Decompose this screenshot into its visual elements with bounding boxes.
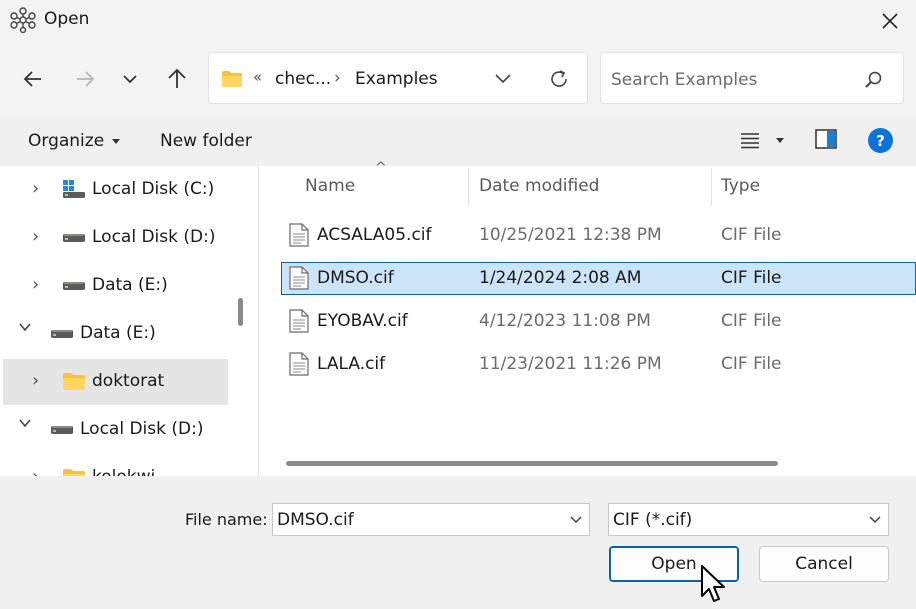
view-options-icon[interactable]	[740, 131, 786, 149]
sidebar-item-data-e[interactable]: › Data (E:)	[0, 263, 230, 309]
search-input[interactable]: Search Examples	[611, 70, 757, 90]
column-divider[interactable]	[468, 168, 469, 206]
column-header-type[interactable]: Type	[721, 176, 760, 196]
drive-icon	[62, 281, 86, 291]
drive-icon	[50, 329, 74, 339]
sort-ascending-icon: ^	[375, 160, 387, 176]
organize-label: Organize	[28, 131, 105, 151]
column-header-date-modified[interactable]: Date modified	[479, 176, 599, 196]
file-type-value: CIF (*.cif)	[613, 510, 693, 530]
document-icon	[289, 266, 309, 290]
arrow-right-icon	[75, 70, 95, 88]
file-date: 1/24/2024 2:08 AM	[479, 268, 642, 288]
file-name-input[interactable]: DMSO.cif	[277, 510, 354, 530]
help-button[interactable]: ?	[868, 128, 893, 153]
forward-button[interactable]	[68, 62, 102, 96]
sidebar-item-local-disk-d-expanded[interactable]: Local Disk (D:)	[0, 407, 230, 453]
arrow-up-icon	[167, 68, 187, 90]
expand-chevron-icon[interactable]: ›	[32, 226, 39, 247]
search-icon[interactable]	[864, 70, 884, 90]
file-type: CIF File	[721, 311, 782, 331]
file-type: CIF File	[721, 268, 782, 288]
cancel-button[interactable]: Cancel	[759, 546, 889, 582]
expand-chevron-icon[interactable]: ›	[32, 466, 39, 476]
sidebar-item-data-e-expanded[interactable]: Data (E:)	[0, 311, 230, 357]
sidebar-item-doktorat[interactable]: › doktorat	[3, 359, 228, 405]
file-type-select[interactable]: CIF (*.cif)	[608, 503, 889, 536]
file-date: 10/25/2021 12:38 PM	[479, 225, 662, 245]
sidebar-item-local-disk-c[interactable]: › Local Disk (C:)	[0, 167, 230, 213]
expand-chevron-icon[interactable]: ›	[32, 178, 39, 199]
document-icon	[289, 309, 309, 333]
sidebar-item-label: Local Disk (C:)	[92, 179, 215, 199]
sidebar-scrollbar-thumb[interactable]	[238, 298, 243, 326]
folder-icon	[62, 468, 86, 476]
arrow-left-icon	[23, 70, 43, 88]
document-icon	[289, 223, 309, 247]
collapse-chevron-icon[interactable]	[18, 416, 32, 430]
file-type: CIF File	[721, 354, 782, 374]
column-header-name[interactable]: Name	[305, 176, 355, 196]
sidebar-item-label: Data (E:)	[80, 323, 156, 343]
address-history-chevron-icon[interactable]	[494, 73, 512, 85]
file-date: 11/23/2021 11:26 PM	[479, 354, 662, 374]
collapse-chevron-icon[interactable]	[18, 320, 32, 334]
up-button[interactable]	[160, 62, 194, 96]
chevron-down-icon[interactable]	[868, 515, 882, 524]
windows-drive-icon	[62, 179, 86, 199]
file-row[interactable]: ACSALA05.cif 10/25/2021 12:38 PM CIF Fil…	[281, 221, 916, 253]
file-row[interactable]: LALA.cif 11/23/2021 11:26 PM CIF File	[281, 350, 916, 382]
column-divider[interactable]	[711, 168, 712, 206]
preview-pane-icon[interactable]	[815, 129, 837, 149]
chevron-down-icon	[122, 74, 138, 84]
title-bar	[0, 0, 916, 42]
file-name: DMSO.cif	[317, 268, 394, 288]
sidebar-item-label: doktorat	[92, 371, 165, 391]
drive-icon	[62, 233, 86, 243]
window-title: Open	[44, 9, 90, 29]
organize-button[interactable]: Organize	[28, 131, 121, 151]
sidebar-item-label: Local Disk (D:)	[80, 419, 204, 439]
navigation-pane: › Local Disk (C:) › Local Disk (D:) › Da…	[0, 166, 258, 476]
expand-chevron-icon[interactable]: ›	[32, 274, 39, 295]
file-name-label: File name:	[185, 510, 268, 529]
breadcrumb-item[interactable]: chec...	[275, 69, 331, 89]
breadcrumb-separator[interactable]: ›	[334, 68, 341, 88]
sidebar-item-label: kolokwi	[92, 467, 155, 476]
drive-icon	[50, 425, 74, 435]
folder-icon	[221, 70, 243, 88]
caret-down-icon	[112, 138, 121, 144]
chevron-down-icon[interactable]	[569, 515, 583, 524]
file-name: EYOBAV.cif	[317, 311, 408, 331]
recent-locations-button[interactable]	[113, 62, 147, 96]
mouse-cursor-icon	[700, 564, 728, 604]
close-icon	[881, 12, 899, 30]
sidebar-item-local-disk-d[interactable]: › Local Disk (D:)	[0, 215, 230, 261]
file-date: 4/12/2023 11:08 PM	[479, 311, 651, 331]
sidebar-item-label: Local Disk (D:)	[92, 227, 216, 247]
file-name: ACSALA05.cif	[317, 225, 432, 245]
file-row-selected[interactable]: DMSO.cif 1/24/2024 2:08 AM CIF File	[281, 262, 916, 295]
folder-icon	[62, 372, 86, 391]
back-button[interactable]	[16, 62, 50, 96]
file-type: CIF File	[721, 225, 782, 245]
close-button[interactable]	[872, 6, 908, 36]
dialog-footer	[0, 476, 916, 609]
document-icon	[289, 352, 309, 376]
sidebar-item-label: Data (E:)	[92, 275, 168, 295]
file-name-combobox[interactable]: DMSO.cif	[272, 503, 590, 536]
breadcrumb-item[interactable]: Examples	[355, 69, 438, 89]
file-name: LALA.cif	[317, 354, 386, 374]
molecule-icon	[10, 7, 36, 33]
refresh-icon[interactable]	[548, 68, 570, 90]
horizontal-scrollbar-thumb[interactable]	[286, 461, 778, 466]
sidebar-item-kolokwi[interactable]: › kolokwi	[0, 455, 230, 476]
address-overflow[interactable]: «	[253, 68, 262, 86]
expand-chevron-icon[interactable]: ›	[32, 370, 39, 391]
new-folder-button[interactable]: New folder	[160, 131, 252, 151]
file-row[interactable]: EYOBAV.cif 4/12/2023 11:08 PM CIF File	[281, 307, 916, 339]
